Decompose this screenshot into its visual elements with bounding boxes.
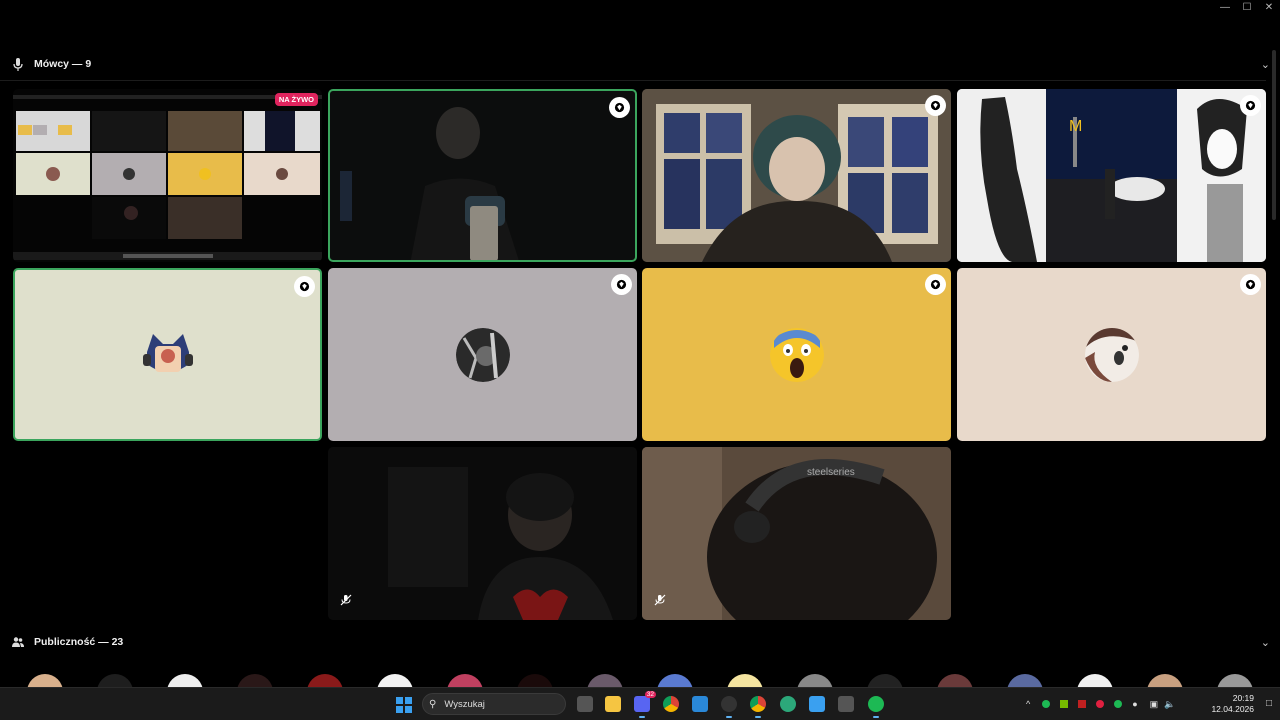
screen-share-preview bbox=[13, 95, 322, 260]
tray-app-icon[interactable] bbox=[1042, 700, 1051, 708]
shield-icon[interactable] bbox=[294, 276, 315, 297]
photos-icon[interactable] bbox=[692, 696, 708, 712]
audience-avatar[interactable] bbox=[657, 674, 693, 688]
speakers-header[interactable]: Mówcy — 9 ⌄ bbox=[0, 52, 1280, 76]
audience-avatar[interactable] bbox=[867, 674, 903, 688]
window-controls: — ☐ ✕ bbox=[1214, 0, 1280, 16]
discord-icon[interactable]: 32 bbox=[634, 691, 656, 718]
clock-date: 12.04.2026 bbox=[1211, 704, 1254, 714]
file-explorer-icon[interactable] bbox=[605, 696, 621, 712]
video-feed bbox=[642, 89, 951, 262]
notification-bell-icon[interactable]: □ bbox=[1266, 698, 1272, 709]
audience-list bbox=[0, 670, 1280, 688]
system-tray: ^ ● ▣ 🔈 bbox=[1026, 688, 1175, 720]
audience-avatar[interactable] bbox=[587, 674, 623, 688]
audience-avatar[interactable] bbox=[97, 674, 133, 688]
volume-icon[interactable]: 🔈 bbox=[1164, 699, 1175, 710]
svg-text:M: M bbox=[1069, 118, 1082, 135]
avatar-tile-speaker-4[interactable] bbox=[13, 268, 322, 441]
obs-icon[interactable] bbox=[721, 696, 737, 718]
fox-mascot-icon bbox=[140, 327, 195, 382]
notepad-icon[interactable] bbox=[809, 696, 825, 712]
chevron-down-icon[interactable]: ⌄ bbox=[1261, 58, 1270, 71]
anime-profile-icon bbox=[1084, 327, 1139, 382]
video-feed bbox=[388, 467, 613, 620]
search-placeholder: Wyszukaj bbox=[444, 698, 485, 710]
avatar-tile-speaker-5[interactable] bbox=[328, 268, 637, 441]
calculator-icon[interactable] bbox=[838, 696, 854, 712]
avatar-tile-speaker-7[interactable] bbox=[957, 268, 1266, 441]
video-feed: M bbox=[957, 89, 1266, 262]
audience-avatar[interactable] bbox=[237, 674, 273, 688]
audience-avatar[interactable] bbox=[1007, 674, 1043, 688]
clock[interactable]: 20:19 12.04.2026 bbox=[1211, 693, 1254, 715]
audience-avatar[interactable] bbox=[797, 674, 833, 688]
video-tile-speaker-3[interactable]: M bbox=[957, 89, 1266, 262]
shield-icon[interactable] bbox=[1240, 95, 1261, 116]
avatar-tile-speaker-6[interactable] bbox=[642, 268, 951, 441]
clock-time: 20:19 bbox=[1232, 693, 1254, 703]
audience-avatar[interactable] bbox=[1217, 674, 1253, 688]
audience-avatar[interactable] bbox=[167, 674, 203, 688]
taskbar-search[interactable]: ⚲ Wyszukaj bbox=[422, 693, 566, 715]
maximize-icon[interactable]: ☐ bbox=[1236, 0, 1258, 16]
microphone-tray-icon[interactable]: ● bbox=[1132, 699, 1137, 709]
windows-taskbar: ⚲ Wyszukaj 32 ^ ● ▣ 🔈 20:19 12.04.2026 □ bbox=[0, 687, 1280, 720]
people-icon bbox=[12, 635, 24, 649]
speakers-title: Mówcy — 9 bbox=[34, 58, 92, 70]
dark-profile-icon bbox=[455, 327, 510, 382]
chevron-up-icon[interactable]: ^ bbox=[1026, 699, 1030, 709]
shield-icon[interactable] bbox=[611, 274, 632, 295]
audience-avatar[interactable] bbox=[447, 674, 483, 688]
audience-avatar[interactable] bbox=[727, 674, 763, 688]
audience-avatar[interactable] bbox=[937, 674, 973, 688]
microphone-icon bbox=[12, 57, 24, 71]
video-tile-speaker-9[interactable]: steelseries bbox=[642, 447, 951, 620]
audience-avatar[interactable] bbox=[307, 674, 343, 688]
audience-avatar[interactable] bbox=[1147, 674, 1183, 688]
shield-icon[interactable] bbox=[609, 97, 630, 118]
spotify-icon[interactable] bbox=[868, 696, 884, 718]
shield-icon[interactable] bbox=[925, 274, 946, 295]
network-icon[interactable]: ▣ bbox=[1150, 699, 1159, 710]
shield-icon[interactable] bbox=[1240, 274, 1261, 295]
scrollbar[interactable] bbox=[1270, 50, 1278, 240]
search-icon: ⚲ bbox=[429, 698, 437, 710]
muted-mic-icon bbox=[340, 594, 354, 608]
notification-badge: 32 bbox=[644, 691, 656, 698]
tray-app-icon[interactable] bbox=[1096, 700, 1105, 708]
screen-share-tile[interactable]: NA ŻYWO bbox=[13, 89, 322, 262]
live-badge: NA ŻYWO bbox=[274, 93, 318, 106]
audience-avatar[interactable] bbox=[1077, 674, 1113, 688]
close-icon[interactable]: ✕ bbox=[1258, 0, 1280, 16]
shield-tray-icon[interactable] bbox=[1078, 700, 1087, 708]
video-tile-speaker-1[interactable] bbox=[328, 89, 637, 262]
chrome-profile-icon[interactable] bbox=[750, 696, 766, 718]
audience-avatar[interactable] bbox=[517, 674, 553, 688]
audience-title: Publiczność — 23 bbox=[34, 636, 124, 648]
svg-text:steelseries: steelseries bbox=[807, 467, 855, 478]
spotify-tray-icon[interactable] bbox=[1114, 700, 1123, 708]
chrome-icon[interactable] bbox=[663, 696, 679, 712]
audience-header[interactable]: Publiczność — 23 ⌄ bbox=[0, 630, 1280, 654]
task-view-icon[interactable] bbox=[577, 696, 593, 712]
screaming-emoji-icon bbox=[769, 327, 824, 382]
video-feed bbox=[340, 107, 519, 260]
section-divider bbox=[0, 80, 1266, 81]
audience-avatar[interactable] bbox=[27, 674, 63, 688]
scrollbar-thumb[interactable] bbox=[1272, 50, 1276, 220]
video-tile-speaker-8[interactable] bbox=[328, 447, 637, 620]
windows-start-icon[interactable] bbox=[396, 697, 412, 713]
chevron-down-icon[interactable]: ⌄ bbox=[1261, 636, 1270, 649]
nvidia-icon[interactable] bbox=[1060, 700, 1069, 708]
shield-icon[interactable] bbox=[925, 95, 946, 116]
minimize-icon[interactable]: — bbox=[1214, 0, 1236, 16]
edge-icon[interactable] bbox=[780, 696, 796, 712]
video-tile-speaker-2[interactable] bbox=[642, 89, 951, 262]
audience-avatar[interactable] bbox=[377, 674, 413, 688]
muted-mic-icon bbox=[654, 594, 668, 608]
video-feed: steelseries bbox=[642, 447, 951, 620]
